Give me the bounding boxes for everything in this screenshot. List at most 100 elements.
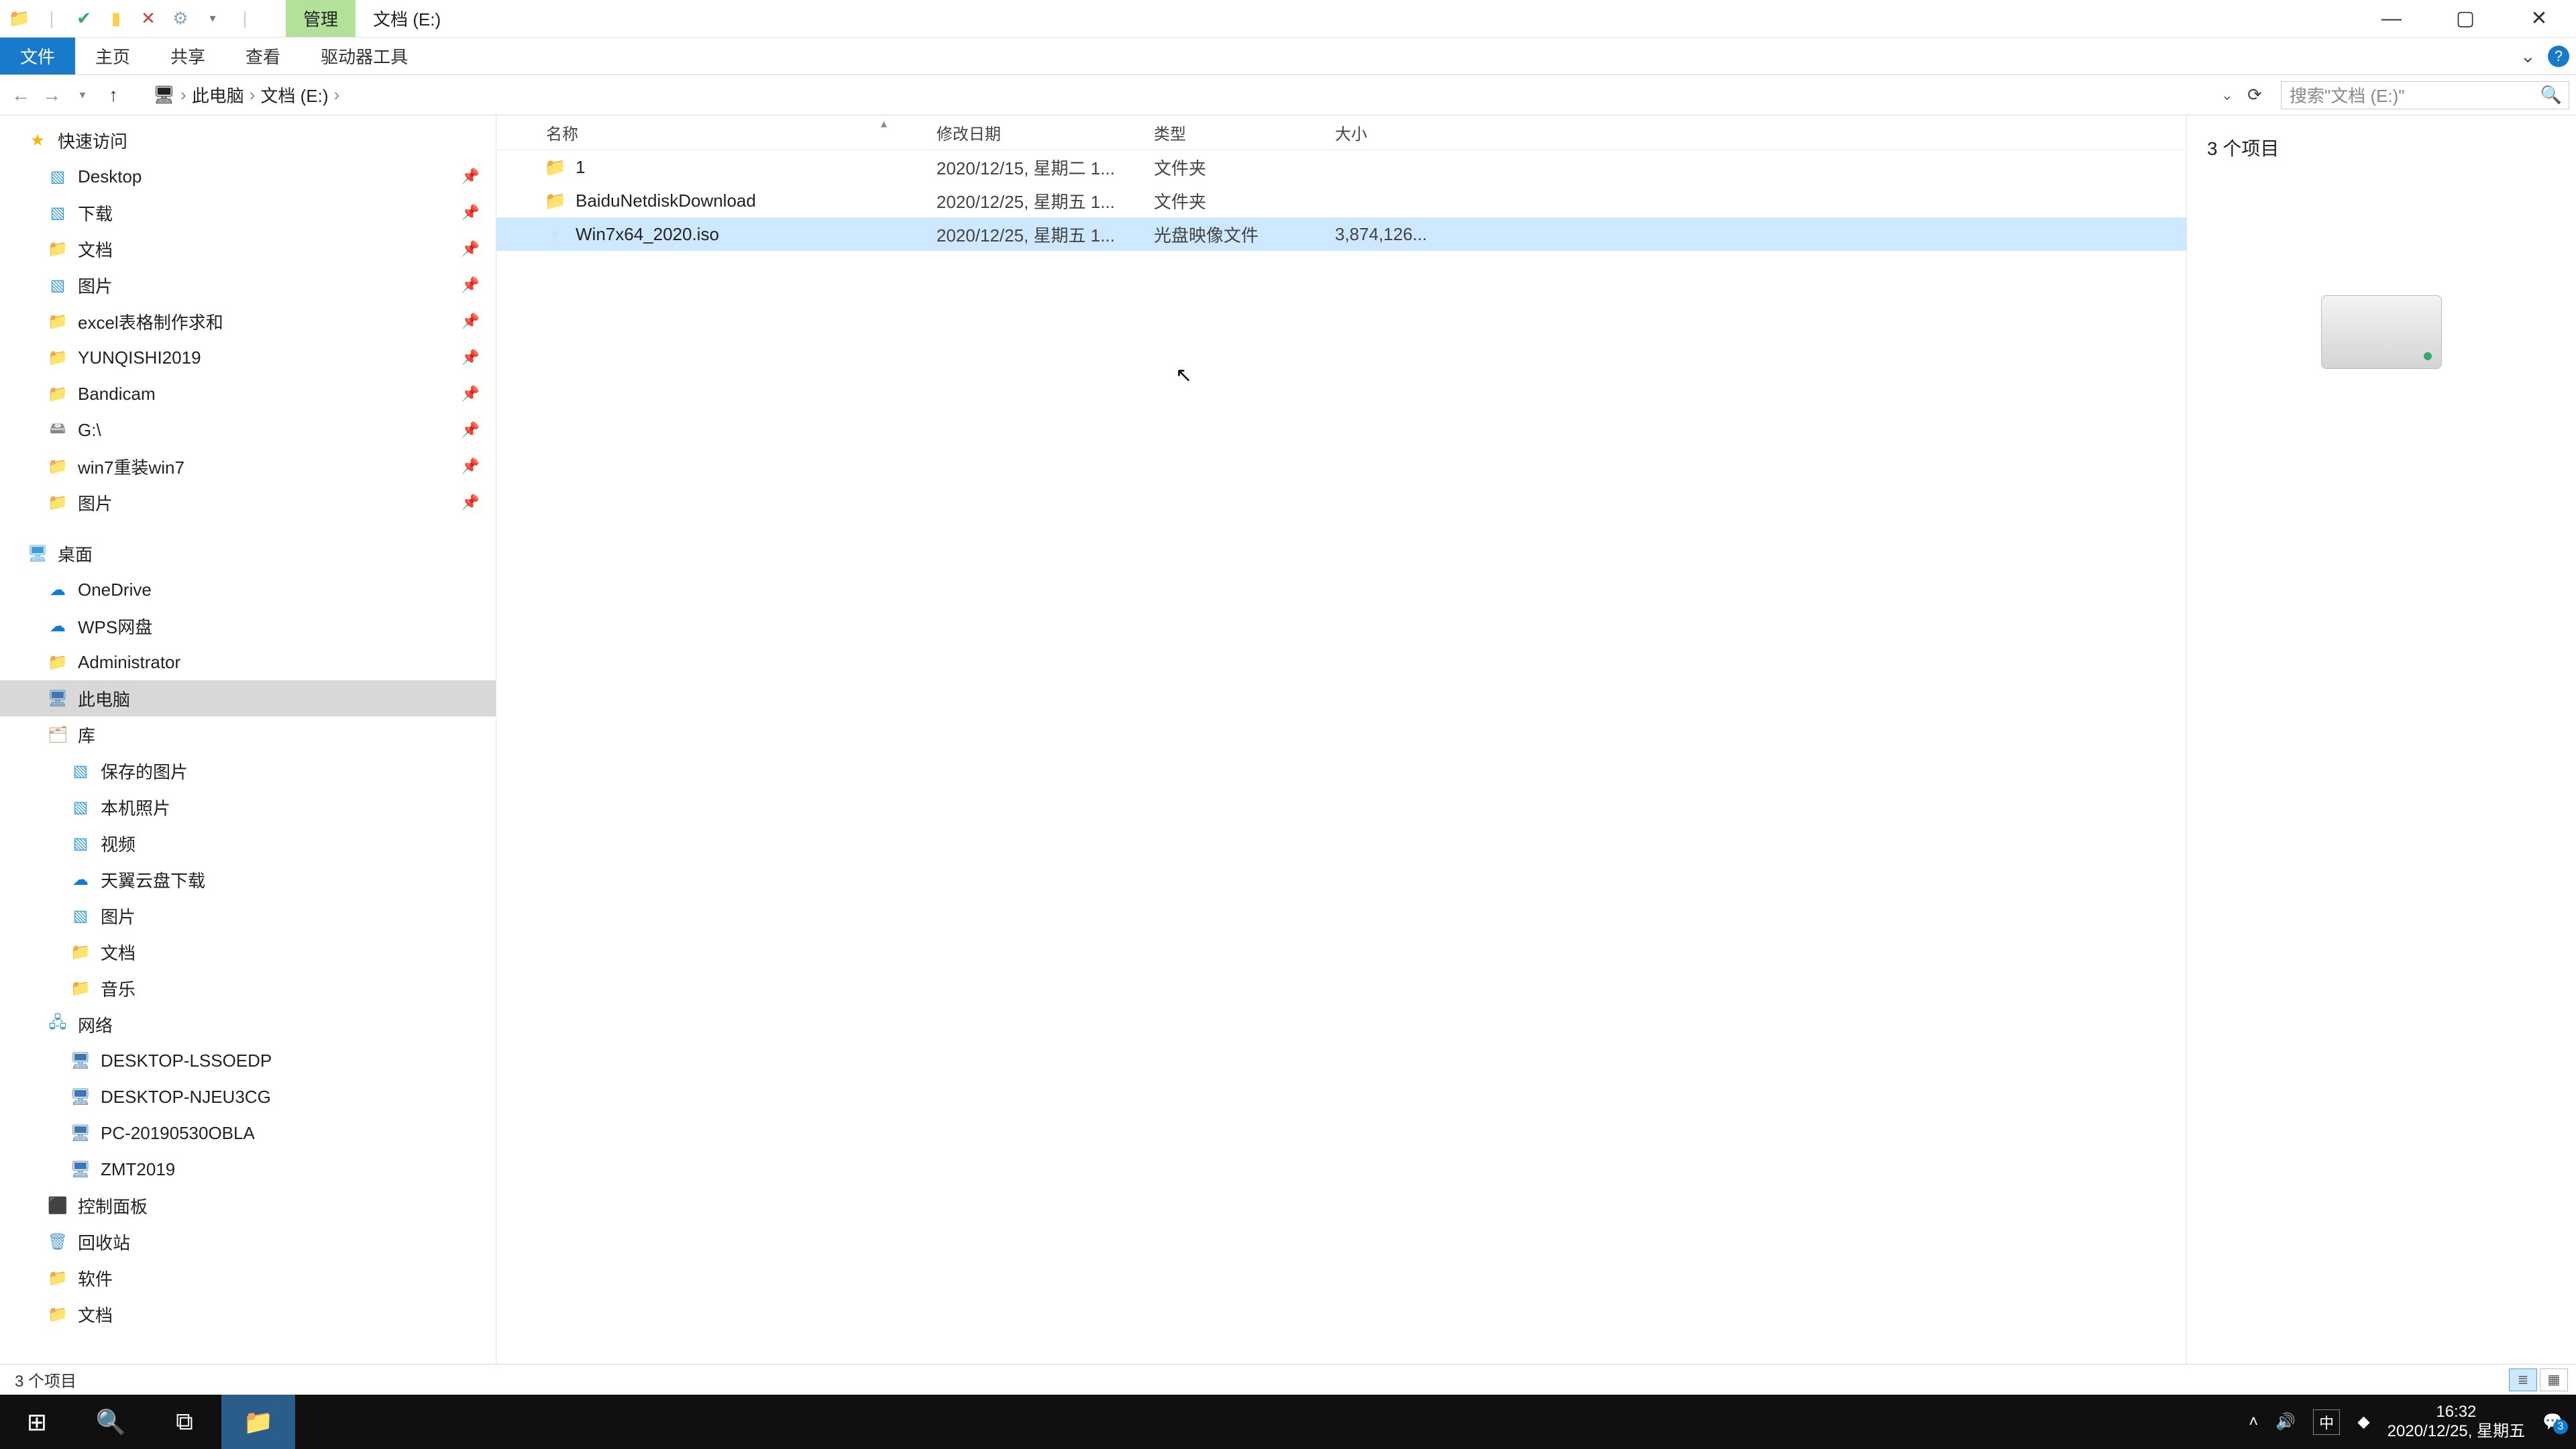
sidebar-item[interactable]: 📁Administrator: [0, 644, 496, 680]
sidebar-item-label: PC-20190530OBLA: [101, 1123, 255, 1144]
nav-up-button[interactable]: ↑: [99, 81, 127, 109]
sidebar-item[interactable]: 📁YUNQISHI2019📌: [0, 339, 496, 376]
view-thumbnails-button[interactable]: ▦: [2540, 1368, 2568, 1391]
sidebar-item[interactable]: ▧本机照片: [0, 789, 496, 825]
sidebar-item[interactable]: 📁excel表格制作求和📌: [0, 303, 496, 339]
search-taskbar-button[interactable]: 🔍: [74, 1395, 148, 1449]
close-button[interactable]: ✕: [2502, 0, 2576, 37]
sidebar-item[interactable]: 🖴G:\📌: [0, 412, 496, 448]
qat-checkbox-icon[interactable]: ✔: [70, 5, 98, 33]
sidebar-recycle-bin[interactable]: 🗑 回收站: [0, 1224, 496, 1260]
sidebar-item[interactable]: ▧ 视频: [0, 825, 496, 861]
sidebar-item[interactable]: 📁文档📌: [0, 231, 496, 267]
taskbar-explorer-button[interactable]: 📁: [221, 1395, 295, 1449]
nav-back-button[interactable]: ←: [7, 81, 35, 109]
view-details-button[interactable]: ≣: [2509, 1368, 2537, 1391]
context-tab-manage[interactable]: 管理: [286, 0, 356, 37]
column-header-name[interactable]: 名称 ▴: [530, 121, 920, 144]
pc-icon: 🖥: [47, 688, 68, 709]
file-row[interactable]: 📁BaiduNetdiskDownload2020/12/25, 星期五 1..…: [496, 184, 2186, 217]
sidebar-docs[interactable]: 📁 文档: [0, 1296, 496, 1332]
qat-close-icon[interactable]: ✕: [134, 5, 162, 33]
sidebar-software[interactable]: 📁 软件: [0, 1260, 496, 1296]
nav-forward-button[interactable]: →: [38, 81, 66, 109]
ribbon-tab-share[interactable]: 共享: [150, 38, 225, 74]
file-type: 文件夹: [1138, 189, 1319, 213]
window-title: 文档 (E:): [356, 0, 458, 37]
sidebar-item[interactable]: 🖥 PC-20190530OBLA: [0, 1115, 496, 1151]
blue-icon: ▧: [70, 796, 91, 818]
folder-icon: 📁: [47, 492, 68, 513]
sidebar-desktop[interactable]: 🖥 桌面: [0, 535, 496, 572]
sidebar-item[interactable]: ☁天翼云盘下载: [0, 861, 496, 898]
sidebar-item-label: 视频: [101, 831, 136, 856]
ime-indicator[interactable]: 中: [2313, 1409, 2340, 1435]
blue-icon: ▧: [47, 274, 68, 296]
column-header-size[interactable]: 大小: [1319, 121, 1424, 144]
file-row[interactable]: 📁12020/12/15, 星期二 1...文件夹: [496, 150, 2186, 184]
sidebar-quick-access[interactable]: ★ 快速访问: [0, 122, 496, 158]
sidebar-item[interactable]: 📁win7重装win7📌: [0, 448, 496, 484]
sidebar-item[interactable]: ▧Desktop📌: [0, 158, 496, 195]
app-icon[interactable]: 📁: [5, 5, 34, 33]
address-bar[interactable]: 🖥 › 此电脑 › 文档 (E:) ›: [148, 81, 2214, 109]
breadcrumb-drive-e[interactable]: 文档 (E:): [255, 83, 333, 107]
folder-icon: 📁: [70, 941, 91, 963]
qat-dropdown-icon[interactable]: ▾: [199, 5, 227, 33]
sidebar-control-panel[interactable]: ⬛ 控制面板: [0, 1187, 496, 1224]
sidebar-item[interactable]: ▧图片📌: [0, 267, 496, 303]
file-rows: 📁12020/12/15, 星期二 1...文件夹📁BaiduNetdiskDo…: [496, 150, 2186, 251]
sidebar-item[interactable]: ▧ 保存的图片: [0, 753, 496, 789]
tray-app-icon[interactable]: ◆: [2357, 1412, 2369, 1432]
breadcrumb-pc-icon[interactable]: 🖥: [148, 85, 180, 105]
address-history-dropdown[interactable]: ⌄: [2216, 87, 2238, 104]
sidebar-item-label: ZMT2019: [101, 1159, 175, 1180]
column-header-date[interactable]: 修改日期: [920, 121, 1138, 144]
navigation-pane[interactable]: ★ 快速访问 ▧Desktop📌▧下载📌📁文档📌▧图片📌📁excel表格制作求和…: [0, 115, 496, 1364]
blue-icon: ▧: [70, 833, 91, 854]
sidebar-item[interactable]: ☁WPS网盘: [0, 608, 496, 644]
sidebar-item[interactable]: 🗂库: [0, 716, 496, 753]
ribbon-tab-view[interactable]: 查看: [225, 38, 301, 74]
sidebar-item[interactable]: ▧图片: [0, 898, 496, 934]
sidebar-item[interactable]: 📁Bandicam📌: [0, 376, 496, 412]
sidebar-item[interactable]: 🖥ZMT2019: [0, 1151, 496, 1187]
clock-time: 16:32: [2387, 1403, 2525, 1422]
ribbon-tab-drive-tools[interactable]: 驱动器工具: [301, 38, 428, 74]
task-view-button[interactable]: ⧉: [148, 1395, 221, 1449]
sidebar-item[interactable]: 📁图片📌: [0, 484, 496, 521]
action-center-button[interactable]: 💬 3: [2542, 1412, 2563, 1432]
sidebar-item-label: 天翼云盘下载: [101, 867, 205, 892]
sidebar-item[interactable]: ▧下载📌: [0, 195, 496, 231]
ribbon-collapse-icon[interactable]: ⌄: [2520, 45, 2536, 67]
ribbon-tab-file[interactable]: 文件: [0, 38, 75, 74]
help-icon[interactable]: ?: [2548, 46, 2569, 67]
sidebar-item[interactable]: ☁OneDrive: [0, 572, 496, 608]
refresh-button[interactable]: ⟳: [2241, 85, 2269, 105]
taskbar-clock[interactable]: 16:32 2020/12/25, 星期五: [2387, 1403, 2525, 1442]
nav-recent-dropdown[interactable]: ▾: [68, 81, 97, 109]
file-row[interactable]: ▫Win7x64_2020.iso2020/12/25, 星期五 1...光盘映…: [496, 217, 2186, 251]
sidebar-item[interactable]: 📁文档: [0, 934, 496, 970]
qat-settings-icon[interactable]: ⚙: [166, 5, 195, 33]
sidebar-item[interactable]: 📁音乐: [0, 970, 496, 1006]
tray-overflow-icon[interactable]: ˄: [2249, 1413, 2258, 1432]
pc-icon: 🖥: [70, 1122, 91, 1144]
search-input[interactable]: 搜索"文档 (E:)" 🔍: [2281, 81, 2569, 109]
sidebar-item[interactable]: 🖥此电脑: [0, 680, 496, 716]
blue-icon: ▧: [70, 760, 91, 782]
maximize-button[interactable]: ▢: [2428, 0, 2502, 37]
sidebar-item[interactable]: 🖥DESKTOP-LSSOEDP: [0, 1042, 496, 1079]
breadcrumb-this-pc[interactable]: 此电脑: [186, 83, 250, 107]
control-panel-icon: ⬛: [47, 1195, 68, 1216]
volume-icon[interactable]: 🔊: [2275, 1412, 2296, 1432]
ribbon-tab-home[interactable]: 主页: [75, 38, 150, 74]
qat-folder-icon[interactable]: ▮: [102, 5, 130, 33]
start-button[interactable]: ⊞: [0, 1395, 74, 1449]
sidebar-network[interactable]: 🖧 网络: [0, 1006, 496, 1042]
file-icon: ▫: [546, 225, 565, 244]
sidebar-item[interactable]: 🖥DESKTOP-NJEU3CG: [0, 1079, 496, 1115]
sidebar-item-label: 保存的图片: [101, 759, 188, 784]
column-header-type[interactable]: 类型: [1138, 121, 1319, 144]
minimize-button[interactable]: —: [2355, 0, 2428, 37]
